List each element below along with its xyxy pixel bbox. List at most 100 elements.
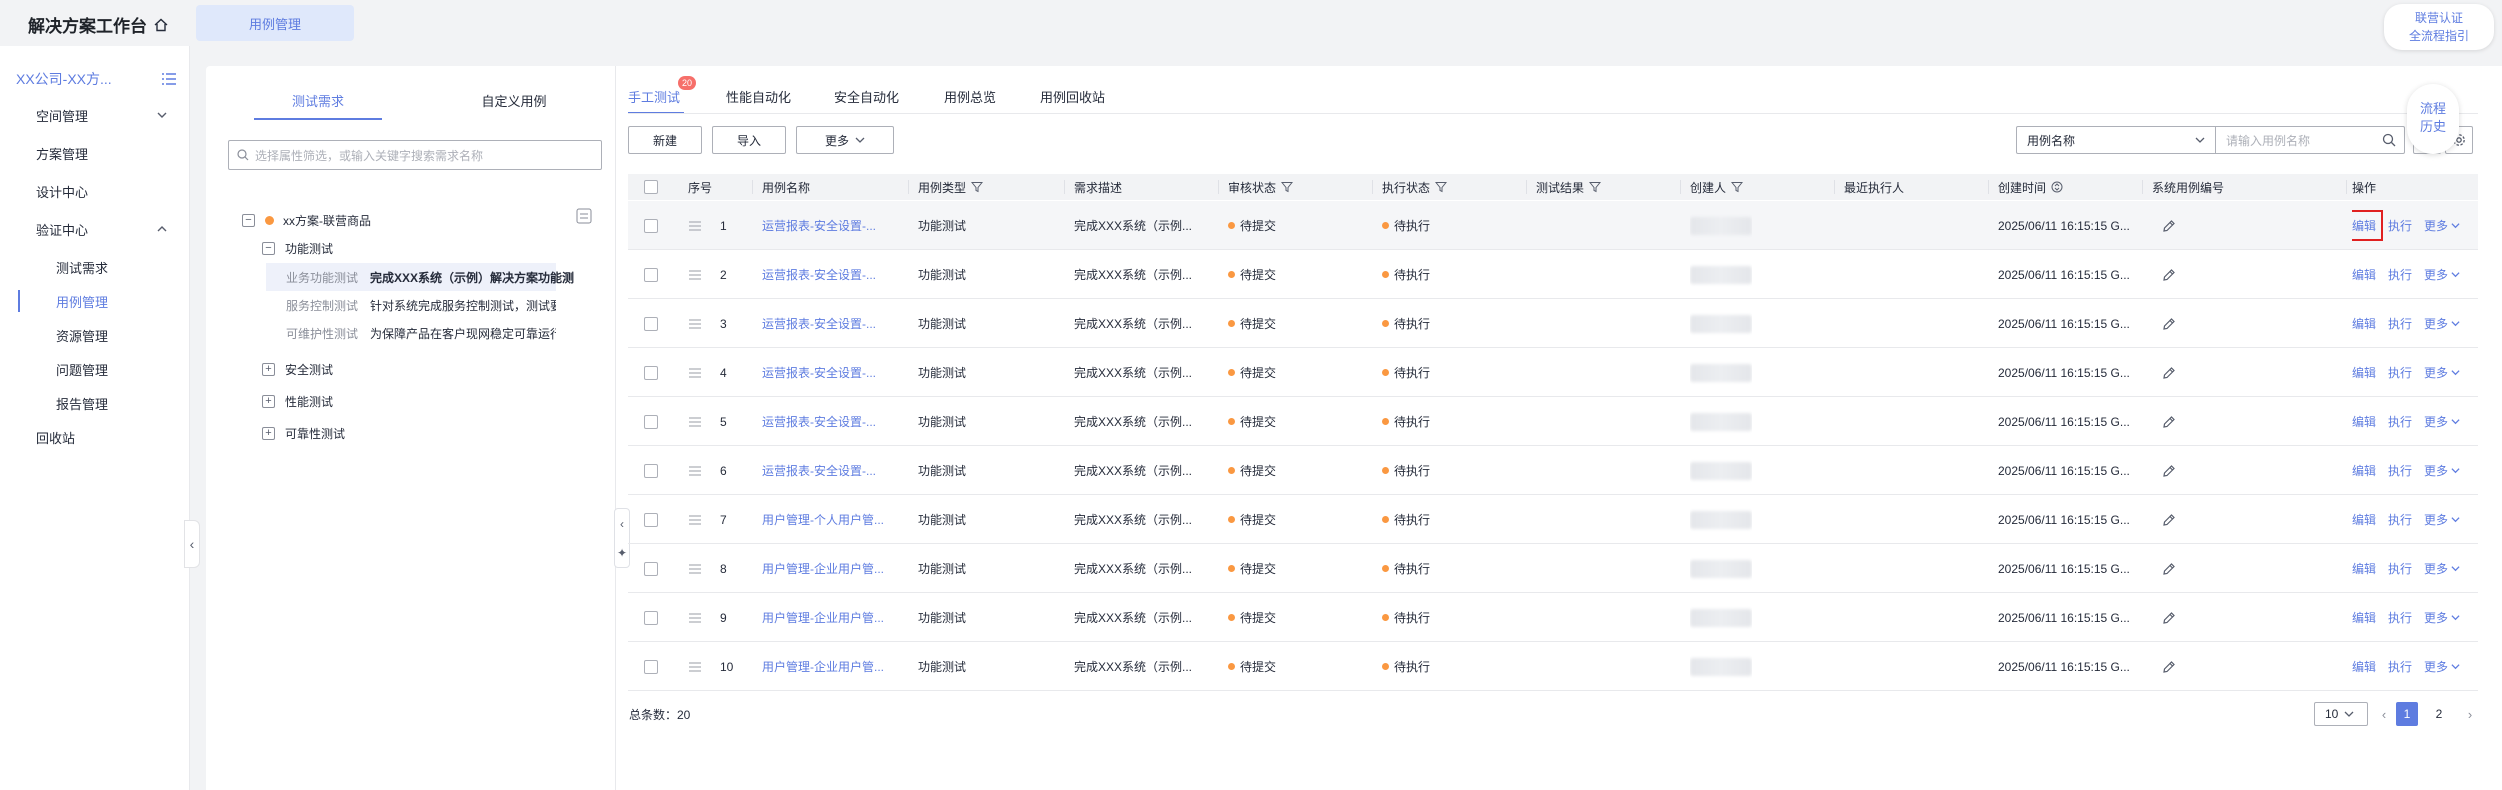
more-actions-dropdown[interactable]: 更多 <box>2424 511 2460 528</box>
page-1-button[interactable]: 1 <box>2396 702 2418 726</box>
checkbox[interactable] <box>644 610 658 625</box>
process-history-button[interactable]: 流程 历史 <box>2407 84 2459 154</box>
table-row[interactable]: 10 用户管理-企业用户管... 功能测试 完成XXX系统（示例... 待提交 待执行 20… <box>628 642 2478 691</box>
select-all-checkbox[interactable] <box>644 174 658 200</box>
expand-icon[interactable]: + <box>262 362 275 376</box>
more-actions-dropdown[interactable]: 更多 <box>2424 609 2460 626</box>
sidebar-item-reports[interactable]: 报告管理 <box>0 386 190 420</box>
table-row[interactable]: 1 运营报表-安全设置-... 功能测试 完成XXX系统（示例... 待提交 待执行 202… <box>628 201 2478 250</box>
sidebar-item-test-requirements[interactable]: 测试需求 <box>0 250 190 284</box>
row-checkbox-cell[interactable] <box>644 201 658 250</box>
drag-handle[interactable] <box>688 201 702 250</box>
collapse-icon[interactable]: − <box>242 213 255 227</box>
column-header-name[interactable]: 用例名称 <box>762 174 810 200</box>
table-row[interactable]: 6 运营报表-安全设置-... 功能测试 完成XXX系统（示例... 待提交 待执行 202… <box>628 446 2478 495</box>
edit-link[interactable]: 编辑 <box>2352 511 2376 528</box>
case-name-link[interactable]: 运营报表-安全设置-... <box>762 201 902 250</box>
page-size-select[interactable]: 10 <box>2314 702 2368 726</box>
tab-manual-test[interactable]: 手工测试 20 <box>628 76 697 114</box>
tree-node-root[interactable]: − xx方案-联营商品 <box>242 206 371 234</box>
tree-leaf-service-control[interactable]: 服务控制测试 针对系统完成服务控制测试，测试要求 <box>278 291 556 319</box>
tree-node-security[interactable]: + 安全测试 <box>262 355 333 383</box>
sidebar-item-resources[interactable]: 资源管理 <box>0 318 190 352</box>
more-actions-dropdown[interactable]: 更多 <box>2424 560 2460 577</box>
more-actions-dropdown[interactable]: 更多 <box>2424 462 2460 479</box>
run-link[interactable]: 执行 <box>2388 413 2412 430</box>
row-checkbox-cell[interactable] <box>644 642 658 691</box>
expand-icon[interactable]: + <box>262 426 275 440</box>
edit-link[interactable]: 编辑 <box>2352 658 2376 675</box>
tab-test-requirements[interactable]: 测试需求 <box>246 80 390 120</box>
edit-system-id[interactable] <box>2162 250 2176 299</box>
import-button[interactable]: 导入 <box>712 126 786 154</box>
case-name-link[interactable]: 用户管理-企业用户管... <box>762 544 902 593</box>
drag-handle[interactable] <box>688 446 702 495</box>
row-checkbox-cell[interactable] <box>644 593 658 642</box>
drag-handle[interactable] <box>688 593 702 642</box>
sidebar-collapse-button[interactable]: ‹ <box>184 520 200 568</box>
run-link[interactable]: 执行 <box>2388 462 2412 479</box>
project-selector[interactable]: XX公司-XX方... <box>16 68 176 90</box>
filter-icon[interactable] <box>971 181 984 193</box>
case-name-link[interactable]: 运营报表-安全设置-... <box>762 397 902 446</box>
tree-settings-icon[interactable] <box>576 208 592 224</box>
table-row[interactable]: 7 用户管理-个人用户管... 功能测试 完成XXX系统（示例... 待提交 待执行 202… <box>628 495 2478 544</box>
sort-icon[interactable] <box>2051 181 2063 193</box>
filter-field-select[interactable]: 用例名称 <box>2016 126 2216 154</box>
case-name-link[interactable]: 用户管理-个人用户管... <box>762 495 902 544</box>
case-name-link[interactable]: 用户管理-企业用户管... <box>762 642 902 691</box>
case-search-input[interactable]: 请输入用例名称 <box>2215 126 2405 154</box>
app-title[interactable]: 解决方案工作台 <box>28 12 169 37</box>
run-link[interactable]: 执行 <box>2388 609 2412 626</box>
tab-case-overview[interactable]: 用例总览 <box>944 78 996 114</box>
tab-security-automation[interactable]: 安全自动化 <box>834 78 899 114</box>
pencil-icon[interactable] <box>2162 317 2176 331</box>
edit-system-id[interactable] <box>2162 348 2176 397</box>
column-header-review[interactable]: 审核状态 <box>1228 174 1294 200</box>
tree-leaf-maintainability[interactable]: 可维护性测试 为保障产品在客户现网稳定可靠运行，: <box>278 319 556 347</box>
run-link[interactable]: 执行 <box>2388 658 2412 675</box>
edit-link[interactable]: 编辑 <box>2352 462 2376 479</box>
sidebar-item-case-management[interactable]: 用例管理 <box>0 284 190 318</box>
checkbox[interactable] <box>644 561 658 576</box>
edit-system-id[interactable] <box>2162 397 2176 446</box>
row-checkbox-cell[interactable] <box>644 544 658 593</box>
sidebar-item-solution[interactable]: 方案管理 <box>0 136 190 170</box>
pencil-icon[interactable] <box>2162 562 2176 576</box>
row-checkbox-cell[interactable] <box>644 299 658 348</box>
checkbox[interactable] <box>644 218 658 233</box>
certification-guide-link[interactable]: 联营认证 全流程指引 <box>2384 4 2494 50</box>
pencil-icon[interactable] <box>2162 219 2176 233</box>
edit-link[interactable]: 编辑 <box>2352 266 2376 283</box>
collapse-icon[interactable]: − <box>262 241 275 255</box>
checkbox[interactable] <box>644 414 658 429</box>
edit-system-id[interactable] <box>2162 201 2176 250</box>
new-button[interactable]: 新建 <box>628 126 702 154</box>
filter-icon[interactable] <box>1435 181 1448 193</box>
more-actions-dropdown[interactable]: 更多 <box>2424 658 2460 675</box>
filter-icon[interactable] <box>1589 181 1602 193</box>
table-row[interactable]: 2 运营报表-安全设置-... 功能测试 完成XXX系统（示例... 待提交 待执行 202… <box>628 250 2478 299</box>
column-header-result[interactable]: 测试结果 <box>1536 174 1602 200</box>
pencil-icon[interactable] <box>2162 268 2176 282</box>
sidebar-item-recycle-bin[interactable]: 回收站 <box>0 420 190 454</box>
row-checkbox-cell[interactable] <box>644 348 658 397</box>
drag-handle[interactable] <box>688 495 702 544</box>
tab-case-management[interactable]: 用例管理 <box>196 5 354 41</box>
prev-page-button[interactable]: ‹ <box>2376 702 2392 726</box>
edit-link[interactable]: 编辑 <box>2352 210 2384 241</box>
table-row[interactable]: 5 运营报表-安全设置-... 功能测试 完成XXX系统（示例... 待提交 待执行 202… <box>628 397 2478 446</box>
checkbox[interactable] <box>644 463 658 478</box>
drag-handle[interactable] <box>688 348 702 397</box>
edit-system-id[interactable] <box>2162 446 2176 495</box>
row-checkbox-cell[interactable] <box>644 446 658 495</box>
more-actions-dropdown[interactable]: 更多 <box>2424 413 2460 430</box>
table-row[interactable]: 9 用户管理-企业用户管... 功能测试 完成XXX系统（示例... 待提交 待执行 202… <box>628 593 2478 642</box>
pencil-icon[interactable] <box>2162 660 2176 674</box>
row-checkbox-cell[interactable] <box>644 495 658 544</box>
edit-link[interactable]: 编辑 <box>2352 413 2376 430</box>
list-icon[interactable] <box>162 73 176 85</box>
tree-node-reliability[interactable]: + 可靠性测试 <box>262 419 345 447</box>
tab-performance-automation[interactable]: 性能自动化 <box>726 78 791 114</box>
tree-search-input[interactable]: 选择属性筛选，或输入关键字搜索需求名称 <box>228 140 602 170</box>
